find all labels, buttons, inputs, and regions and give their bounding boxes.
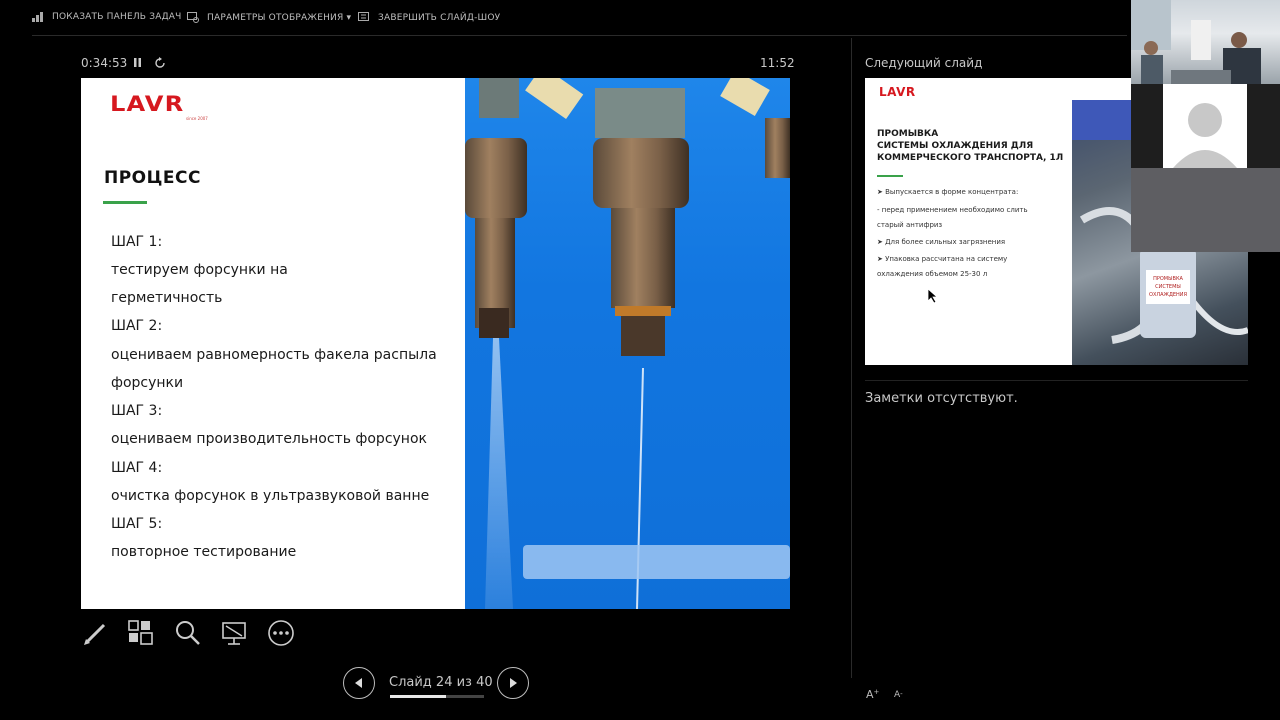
step-line: оцениваем производительность форсунок bbox=[111, 431, 427, 447]
display-settings-button[interactable]: ПАРАМЕТРЫ ОТОБРАЖЕНИЯ ▾ bbox=[187, 12, 351, 23]
step-line: ШАГ 4: bbox=[111, 460, 163, 476]
show-taskbar-label: ПОКАЗАТЬ ПАНЕЛЬ ЗАДАЧ bbox=[52, 12, 182, 22]
next-bullet: ➤ Выпускается в форме концентрата: bbox=[877, 188, 1019, 196]
slide-text-panel: LAVR since 2007 ПРОЦЕСС ШАГ 1: тестируем… bbox=[81, 78, 465, 609]
fuel-injectors-image bbox=[465, 78, 790, 609]
injector-photo bbox=[465, 78, 790, 609]
end-show-icon bbox=[358, 12, 369, 21]
end-slideshow-button[interactable]: ЗАВЕРШИТЬ СЛАЙД-ШОУ bbox=[358, 12, 500, 23]
display-settings-icon bbox=[187, 12, 199, 23]
see-all-slides-icon[interactable] bbox=[127, 619, 155, 647]
lavr-logo: LAVR bbox=[110, 92, 185, 116]
step-line: очистка форсунок в ультразвуковой ванне bbox=[111, 488, 430, 504]
avatar-tile bbox=[1163, 84, 1247, 168]
step-line: ШАГ 2: bbox=[111, 318, 163, 334]
next-slide-button[interactable] bbox=[497, 667, 529, 699]
arrow-left-icon bbox=[355, 678, 362, 688]
pause-icon[interactable] bbox=[133, 57, 142, 68]
end-slideshow-label: ЗАВЕРШИТЬ СЛАЙД-ШОУ bbox=[378, 12, 501, 23]
next-slide-title: ПРОМЫВКА СИСТЕМЫ ОХЛАЖДЕНИЯ ДЛЯ КОММЕРЧЕ… bbox=[877, 128, 1063, 164]
toolbar-divider bbox=[32, 35, 1127, 36]
black-screen-icon[interactable] bbox=[220, 619, 248, 647]
current-slide: LAVR since 2007 ПРОЦЕСС ШАГ 1: тестируем… bbox=[81, 78, 790, 609]
arrow-right-icon bbox=[510, 678, 517, 688]
next-bullet: старый антифриз bbox=[877, 221, 943, 229]
product-label-line: СИСТЕМЫ bbox=[1155, 284, 1181, 290]
video-participant-room[interactable] bbox=[1131, 0, 1280, 84]
participants-video bbox=[1131, 0, 1261, 84]
next-slide-label: Следующий слайд bbox=[865, 56, 983, 70]
step-line: оцениваем равномерность факела распыла bbox=[111, 347, 437, 363]
title-underline bbox=[103, 201, 147, 204]
step-line: герметичность bbox=[111, 290, 223, 306]
next-title-line: ПРОМЫВКА bbox=[877, 129, 939, 139]
current-time: 11:52 bbox=[760, 56, 795, 70]
taskbar-icon bbox=[32, 12, 43, 22]
restart-timer-icon[interactable] bbox=[154, 57, 166, 69]
next-title-underline bbox=[877, 175, 903, 177]
slide-title: ПРОЦЕСС bbox=[104, 168, 201, 188]
step-line: ШАГ 5: bbox=[111, 516, 163, 532]
slide-progress-fill bbox=[390, 695, 447, 698]
increase-font-button[interactable]: A+ bbox=[866, 688, 879, 701]
slide-counter[interactable]: Слайд 24 из 40 bbox=[389, 675, 493, 690]
product-label-line: ОХЛАЖДЕНИЯ bbox=[1149, 292, 1187, 298]
panel-divider[interactable] bbox=[851, 38, 852, 678]
step-line: повторное тестирование bbox=[111, 544, 297, 560]
decrease-font-button[interactable]: A- bbox=[894, 690, 903, 700]
lavr-logo-sub: since 2007 bbox=[186, 116, 208, 121]
step-line: ШАГ 1: bbox=[111, 234, 163, 250]
show-taskbar-button[interactable]: ПОКАЗАТЬ ПАНЕЛЬ ЗАДАЧ bbox=[32, 12, 182, 22]
product-label-line: ПРОМЫВКА bbox=[1153, 276, 1183, 282]
increase-font-label: A bbox=[866, 688, 874, 701]
step-line: тестируем форсунки на bbox=[111, 262, 288, 278]
step-line: ШАГ 3: bbox=[111, 403, 163, 419]
video-participant-blank[interactable] bbox=[1131, 168, 1280, 252]
next-bullet: охлаждения объемом 25-30 л bbox=[877, 270, 988, 278]
previous-slide-button[interactable] bbox=[343, 667, 375, 699]
speaker-notes[interactable]: Заметки отсутствуют. bbox=[865, 391, 1018, 406]
avatar-placeholder-icon bbox=[1173, 103, 1237, 168]
zoom-icon[interactable] bbox=[174, 619, 202, 647]
next-bullet: ➤ Упаковка рассчитана на систему bbox=[877, 255, 1008, 263]
next-title-line: КОММЕРЧЕСКОГО ТРАНСПОРТА, 1Л bbox=[877, 153, 1064, 163]
more-options-icon[interactable] bbox=[267, 619, 295, 647]
pen-icon[interactable] bbox=[82, 619, 110, 647]
top-toolbar: ПОКАЗАТЬ ПАНЕЛЬ ЗАДАЧ ПАРАМЕТРЫ ОТОБРАЖЕ… bbox=[0, 0, 1130, 36]
video-participant-avatar[interactable] bbox=[1131, 84, 1280, 168]
next-bullet: ➤ Для более сильных загрязнения bbox=[877, 238, 1006, 246]
elapsed-timer: 0:34:53 bbox=[81, 56, 128, 70]
next-bullet: - перед применением необходимо слить bbox=[877, 206, 1028, 214]
step-line: форсунки bbox=[111, 375, 184, 391]
display-settings-label: ПАРАМЕТРЫ ОТОБРАЖЕНИЯ ▾ bbox=[207, 12, 352, 23]
next-title-line: СИСТЕМЫ ОХЛАЖДЕНИЯ ДЛЯ bbox=[877, 141, 1034, 151]
notes-divider bbox=[865, 380, 1248, 381]
mouse-cursor-icon bbox=[927, 288, 939, 304]
next-lavr-logo: LAVR bbox=[879, 85, 916, 99]
slide-progress-bar bbox=[390, 695, 484, 698]
